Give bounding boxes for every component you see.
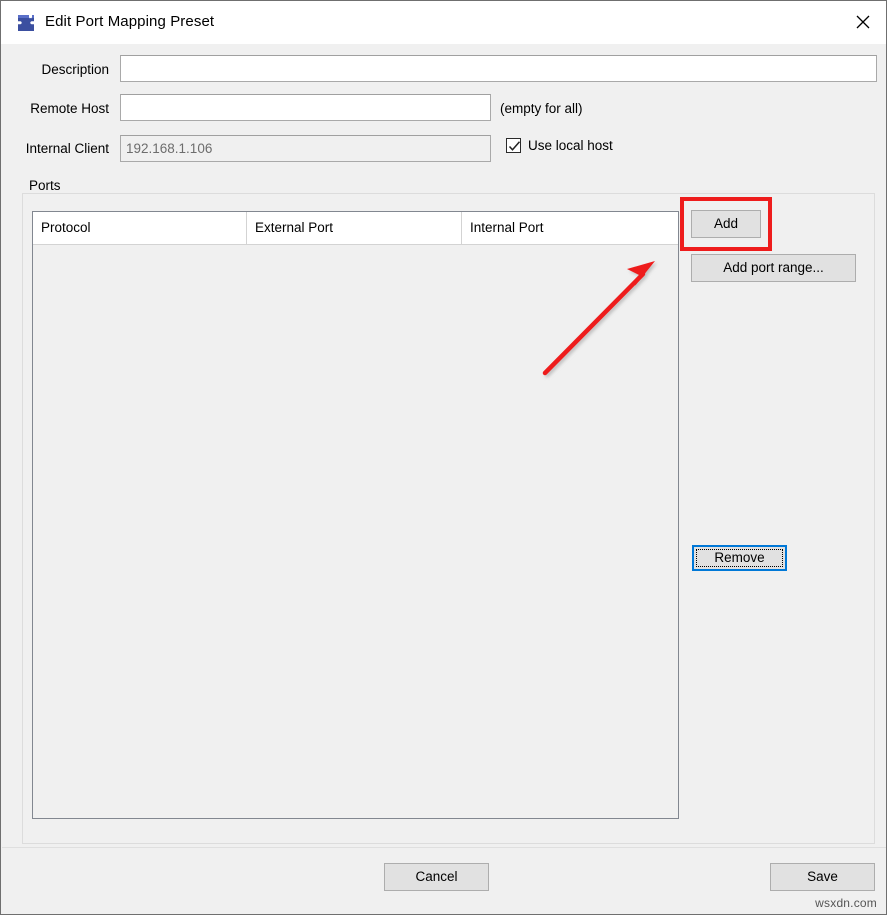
table-body-empty[interactable]	[33, 245, 678, 818]
description-input[interactable]	[120, 55, 877, 82]
dialog-window: Edit Port Mapping Preset Description Rem…	[0, 0, 887, 915]
column-header-external-port[interactable]: External Port	[247, 212, 462, 244]
title-bar: Edit Port Mapping Preset	[1, 1, 886, 44]
internal-client-label: Internal Client	[25, 141, 109, 156]
description-label: Description	[41, 62, 109, 77]
ports-table[interactable]: Protocol External Port Internal Port	[32, 211, 679, 819]
internal-client-input[interactable]	[120, 135, 491, 162]
remove-button[interactable]: Remove	[692, 545, 787, 571]
checkbox-box	[506, 138, 521, 153]
save-button[interactable]: Save	[770, 863, 875, 891]
remote-host-label: Remote Host	[30, 101, 109, 116]
puzzle-piece-icon	[16, 13, 36, 33]
ports-group-label: Ports	[27, 178, 65, 193]
use-local-host-label: Use local host	[528, 138, 613, 153]
column-header-internal-port[interactable]: Internal Port	[462, 212, 678, 244]
table-header-row: Protocol External Port Internal Port	[33, 212, 678, 245]
cancel-button[interactable]: Cancel	[384, 863, 489, 891]
add-port-range-button[interactable]: Add port range...	[691, 254, 856, 282]
column-header-protocol[interactable]: Protocol	[33, 212, 247, 244]
remote-host-input[interactable]	[120, 94, 491, 121]
footer-divider	[2, 847, 886, 848]
watermark: wsxdn.com	[815, 896, 877, 910]
close-icon[interactable]	[840, 1, 886, 43]
remove-button-label: Remove	[714, 550, 765, 566]
add-button[interactable]: Add	[691, 210, 761, 238]
window-title: Edit Port Mapping Preset	[45, 13, 215, 30]
remote-host-hint: (empty for all)	[500, 101, 583, 116]
checkmark-icon	[508, 141, 521, 151]
use-local-host-checkbox[interactable]: Use local host	[506, 138, 613, 153]
